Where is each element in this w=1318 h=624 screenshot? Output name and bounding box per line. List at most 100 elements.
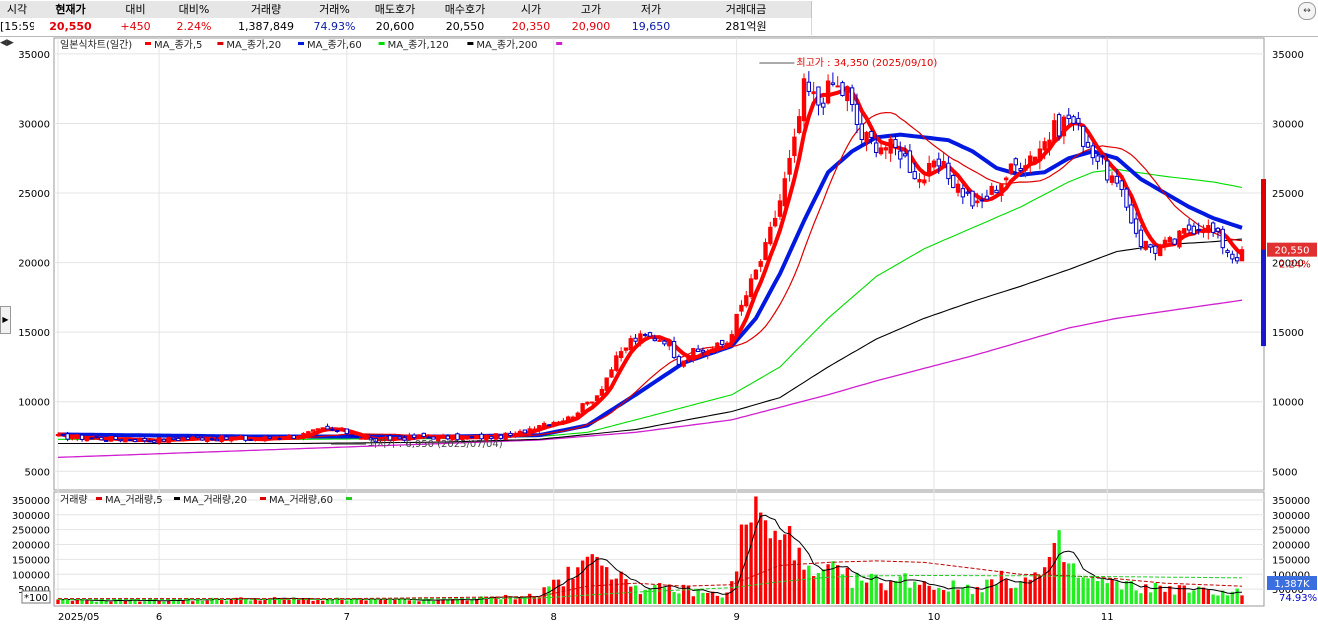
volume-tick-right: 200000 — [1272, 541, 1310, 552]
candle-body — [984, 195, 990, 200]
candle-body — [152, 440, 157, 443]
candle-body — [1143, 240, 1148, 250]
volume-bar — [1004, 579, 1008, 604]
candle-body — [580, 403, 585, 413]
candle-body — [633, 337, 638, 342]
volume-bar — [629, 586, 633, 604]
candle-body — [70, 437, 75, 440]
volume-tick-left: 250000 — [12, 526, 50, 537]
volume-bar — [1100, 578, 1105, 604]
candle-body — [676, 356, 682, 365]
candle-body — [662, 340, 667, 345]
volume-bar — [1211, 594, 1215, 604]
volume-bar — [412, 600, 416, 604]
volume-bar — [1148, 592, 1153, 604]
candle-body — [1095, 155, 1100, 162]
volume-bar — [1225, 595, 1230, 604]
candle-body — [128, 439, 133, 442]
volume-bar — [417, 601, 421, 604]
legend-item: MA_종가,120 — [388, 39, 449, 51]
candle-body — [840, 82, 845, 97]
candle-body — [60, 433, 65, 436]
volume-bar — [682, 584, 686, 604]
volume-legend-swatch — [260, 497, 266, 500]
candle-body — [108, 436, 114, 442]
candle-body — [171, 437, 176, 441]
volume-bar — [1201, 587, 1206, 604]
volume-bar — [109, 601, 113, 604]
volume-bar — [888, 581, 893, 604]
candle-body — [744, 295, 749, 307]
volume-bar — [1172, 594, 1177, 604]
candle-body — [695, 348, 701, 353]
candle-body — [537, 425, 542, 432]
volume-legend-item: MA_거래량,5 — [105, 494, 163, 506]
volume-tick-left: 350000 — [12, 496, 50, 507]
volume-bar — [167, 600, 171, 604]
last-change-label: 2.24% — [1279, 260, 1311, 271]
candle-body — [479, 433, 484, 440]
candle-body — [691, 348, 696, 361]
volume-bar — [90, 601, 94, 604]
candle-body — [1109, 175, 1115, 183]
candle-body — [464, 436, 470, 439]
candle-body — [970, 190, 975, 207]
candle-body — [869, 130, 874, 138]
candle-body — [315, 428, 321, 431]
volume-bar — [1033, 572, 1037, 604]
volume-bar — [1129, 581, 1133, 604]
candle-body — [917, 179, 922, 183]
candle-body — [103, 439, 109, 442]
volume-bar — [142, 601, 147, 604]
candle-body — [1162, 239, 1168, 245]
annotation-label: 최저가 : 6,950 (2025/07/04) — [368, 438, 503, 450]
volume-bar — [248, 600, 253, 604]
price-tick-right: 10000 — [1272, 398, 1304, 409]
price-tick-left: 35000 — [18, 50, 50, 61]
candle-body — [951, 174, 956, 188]
legend-swatch — [217, 42, 224, 45]
candle-body — [238, 436, 244, 440]
volume-bar — [1023, 577, 1028, 604]
volume-bar — [431, 600, 436, 604]
volume-bar — [162, 601, 166, 604]
candle-body — [55, 433, 61, 437]
candle-body — [1090, 145, 1095, 159]
candle-body — [1056, 114, 1062, 137]
candle-body — [1215, 227, 1221, 232]
volume-bar — [388, 599, 392, 604]
candle-body — [753, 269, 759, 280]
candle-body — [330, 428, 335, 431]
candle-body — [421, 432, 426, 437]
candle-body — [99, 436, 104, 441]
volume-bar — [951, 580, 955, 604]
candle-body — [1158, 245, 1163, 257]
candle-body — [566, 416, 571, 424]
legend-item: MA_종가,20 — [226, 39, 281, 51]
price-chart-title: 일본식차트(일간) — [60, 39, 132, 51]
volume-bar — [552, 579, 556, 604]
candle-body — [1172, 238, 1177, 245]
volume-bar — [1235, 588, 1239, 604]
volume-bar — [470, 599, 474, 604]
volume-bar — [455, 599, 460, 604]
candle-body — [233, 437, 239, 440]
volume-bar — [1110, 578, 1114, 604]
volume-bar — [571, 578, 575, 604]
volume-bar — [585, 556, 590, 604]
candle-body — [469, 436, 475, 439]
candle-body — [835, 85, 840, 88]
candle-body — [609, 369, 614, 378]
candle-body — [1008, 163, 1014, 174]
volume-bar — [513, 599, 517, 604]
candle-body — [864, 131, 869, 143]
volume-bar — [855, 572, 859, 604]
candle-body — [739, 304, 744, 312]
candle-body — [989, 185, 994, 195]
candle-body — [89, 437, 94, 440]
candle-body — [821, 102, 826, 108]
candle-body — [1124, 188, 1129, 208]
candle-body — [931, 160, 937, 168]
candle-body — [811, 91, 816, 95]
candle-body — [1080, 125, 1086, 147]
